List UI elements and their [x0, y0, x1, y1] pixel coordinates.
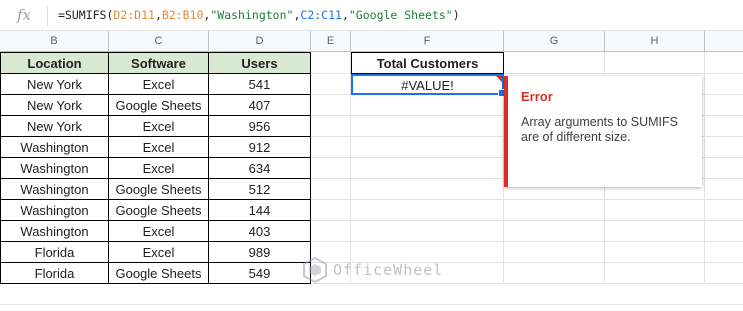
- error-message: Array arguments to SUMIFS are of differe…: [521, 115, 678, 144]
- error-tooltip: Error Array arguments to SUMIFS are of d…: [504, 76, 702, 187]
- column-header-h[interactable]: H: [605, 31, 705, 51]
- table-cell[interactable]: 989: [209, 242, 311, 263]
- table-cell[interactable]: Washington: [0, 200, 109, 221]
- table-cell[interactable]: Washington: [0, 179, 109, 200]
- column-header-g[interactable]: G: [504, 31, 605, 51]
- formula-token: B2:B10: [161, 8, 204, 22]
- formula-token: ,: [154, 8, 162, 22]
- table-cell[interactable]: 144: [209, 200, 311, 221]
- table-cell[interactable]: Excel: [109, 116, 209, 137]
- column-header-b[interactable]: B: [0, 31, 109, 51]
- table-cell[interactable]: Excel: [109, 137, 209, 158]
- table-cell[interactable]: Excel: [109, 158, 209, 179]
- table-header-software[interactable]: Software: [109, 52, 209, 74]
- formula-input[interactable]: =SUMIFS(D2:D11,B2:B10,"Washington",C2:C1…: [58, 8, 460, 22]
- table-cell[interactable]: Google Sheets: [109, 263, 209, 284]
- column-header-next[interactable]: [705, 31, 743, 51]
- table-cell[interactable]: Washington: [0, 158, 109, 179]
- table-cell[interactable]: 407: [209, 95, 311, 116]
- table-cell[interactable]: 912: [209, 137, 311, 158]
- table-cell[interactable]: Google Sheets: [109, 95, 209, 116]
- formula-token: ,: [341, 8, 349, 22]
- table-cell[interactable]: 549: [209, 263, 311, 284]
- column-header-d[interactable]: D: [209, 31, 311, 51]
- formula-token: =SUMIFS(: [58, 8, 114, 22]
- table-cell[interactable]: 403: [209, 221, 311, 242]
- table-header-users[interactable]: Users: [209, 52, 311, 74]
- officewheel-logo-icon: [303, 256, 327, 284]
- table-cell[interactable]: Florida: [0, 263, 109, 284]
- gridline: [0, 304, 743, 305]
- table-cell[interactable]: 634: [209, 158, 311, 179]
- table-header-location[interactable]: Location: [0, 52, 109, 74]
- table-cell[interactable]: 512: [209, 179, 311, 200]
- table-cell[interactable]: 541: [209, 74, 311, 95]
- table-cell[interactable]: Washington: [0, 221, 109, 242]
- formula-token: "Washington": [210, 8, 294, 22]
- table-cell[interactable]: Excel: [109, 221, 209, 242]
- formula-bar: fx =SUMIFS(D2:D11,B2:B10,"Washington",C2…: [0, 0, 743, 31]
- table-cell[interactable]: Florida: [0, 242, 109, 263]
- table-cell[interactable]: Google Sheets: [109, 200, 209, 221]
- column-header-e[interactable]: E: [311, 31, 351, 51]
- gridline: [704, 52, 705, 284]
- cell-value-error: #VALUE!: [401, 78, 454, 93]
- total-customers-header[interactable]: Total Customers: [351, 52, 504, 74]
- table-cell[interactable]: New York: [0, 95, 109, 116]
- table-cell[interactable]: Excel: [109, 242, 209, 263]
- selected-cell-f3[interactable]: #VALUE!: [351, 74, 506, 97]
- formula-bar-divider: [47, 6, 48, 26]
- formula-token: "Google Sheets": [348, 8, 453, 22]
- fx-icon: fx: [17, 6, 32, 24]
- column-header-c[interactable]: C: [109, 31, 209, 51]
- table-cell[interactable]: New York: [0, 74, 109, 95]
- formula-token: ): [452, 8, 460, 22]
- table-cell[interactable]: New York: [0, 116, 109, 137]
- table-cell[interactable]: Google Sheets: [109, 179, 209, 200]
- error-title: Error: [521, 89, 553, 104]
- column-header-row: BCDEFGH: [0, 31, 743, 52]
- formula-token: C2:C11: [300, 8, 342, 22]
- table-cell[interactable]: 956: [209, 116, 311, 137]
- watermark-text: OfficeWheel: [333, 261, 444, 279]
- table-cell[interactable]: Excel: [109, 74, 209, 95]
- error-indicator-icon: [496, 76, 502, 82]
- column-header-f[interactable]: F: [351, 31, 504, 51]
- table-cell[interactable]: Washington: [0, 137, 109, 158]
- formula-token: D2:D11: [113, 8, 155, 22]
